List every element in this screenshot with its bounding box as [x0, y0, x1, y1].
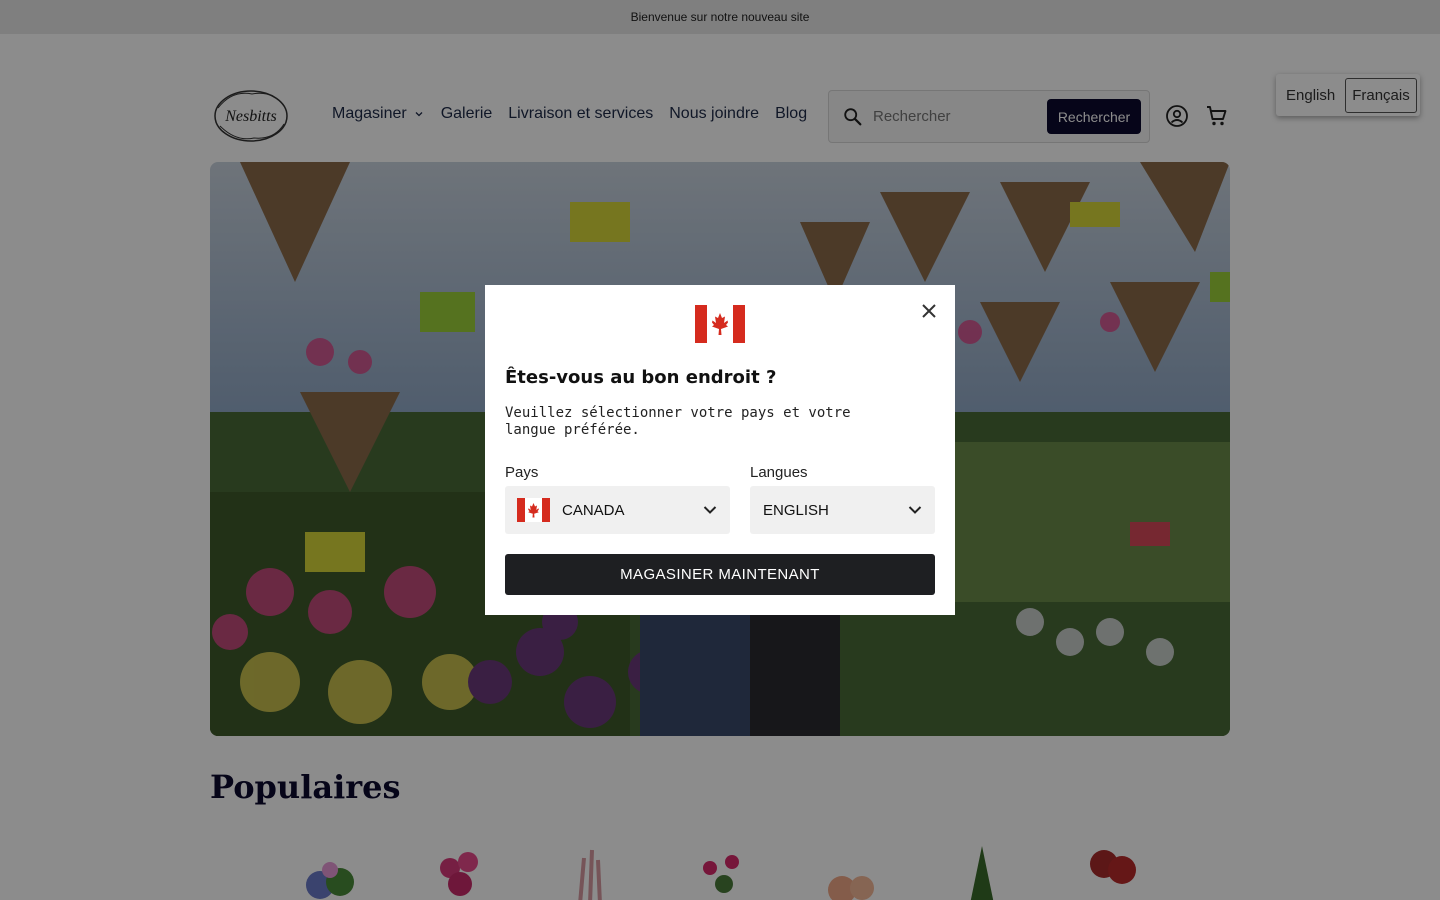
close-icon[interactable] — [917, 299, 941, 323]
country-language-modal: Êtes-vous au bon endroit ? Veuillez séle… — [485, 285, 955, 615]
chevron-down-icon — [703, 506, 717, 514]
country-label: Pays — [505, 464, 539, 481]
language-select[interactable]: ENGLISH — [750, 486, 935, 534]
country-value: CANADA — [562, 501, 625, 519]
shop-now-button[interactable]: MAGASINER MAINTENANT — [505, 554, 935, 595]
language-label: Langues — [750, 464, 808, 481]
country-select[interactable]: CANADA — [505, 486, 730, 534]
modal-title: Êtes-vous au bon endroit ? — [505, 367, 777, 388]
language-value: ENGLISH — [763, 501, 829, 519]
canada-flag-icon — [517, 498, 550, 522]
chevron-down-icon — [908, 506, 922, 514]
canada-flag-icon — [695, 305, 745, 343]
modal-description: Veuillez sélectionner votre pays et votr… — [505, 405, 851, 438]
